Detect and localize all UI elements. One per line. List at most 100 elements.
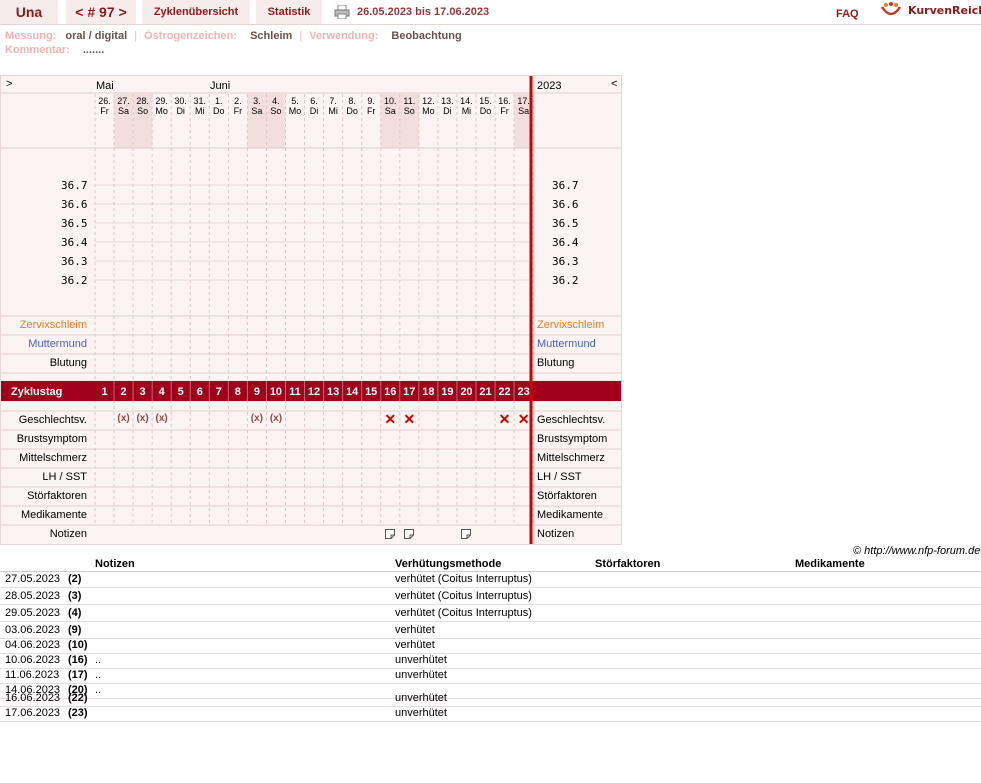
row-label-left: Muttermund — [28, 338, 87, 350]
day-date: 28. — [136, 96, 149, 106]
row-label-left: Störfaktoren — [27, 490, 87, 502]
protected-intercourse-mark[interactable]: (x) — [114, 413, 133, 424]
scroll-left-arrow[interactable]: < — [611, 78, 617, 90]
day-date: 2. — [234, 96, 242, 106]
day-header[interactable]: 3. Sa — [247, 96, 266, 116]
note-method: verhütet — [395, 639, 435, 651]
cycle-day-number: 15 — [365, 386, 378, 398]
unprotected-intercourse-mark[interactable]: ✕ — [495, 411, 514, 428]
day-header[interactable]: 10. Sa — [381, 96, 400, 116]
row-label-left: Medikamente — [20, 509, 87, 521]
day-header[interactable]: 15. Do — [476, 96, 495, 116]
table-row[interactable]: 03.06.2023 (9) verhütet — [0, 624, 981, 639]
row-label-right: Medikamente — [537, 509, 604, 521]
day-header[interactable]: 16. Fr — [495, 96, 514, 116]
temp-label-left: 36.5 — [61, 217, 88, 230]
row-label-left: LH / SST — [42, 471, 87, 483]
day-weekday: Mi — [328, 106, 338, 116]
day-header[interactable]: 26. Fr — [95, 96, 114, 116]
cycle-day-number: 4 — [158, 386, 165, 398]
day-header[interactable]: 28. So — [133, 96, 152, 116]
scroll-right-arrow[interactable]: > — [6, 78, 12, 90]
day-header[interactable]: 6. Di — [305, 96, 324, 116]
measurement-info: Messung: oral / digital | Östrogenzeiche… — [5, 30, 462, 42]
cycle-chart: > < Mai Juni 2023 26. Fr 27. Sa 28. So 29. Mo 30… — [0, 75, 622, 545]
day-header[interactable]: 13. Di — [438, 96, 457, 116]
cycle-day-number: 22 — [498, 386, 511, 398]
table-row[interactable]: 29.05.2023 (4) verhütet (Coitus Interruptu… — [0, 607, 981, 622]
day-header[interactable]: 9. Fr — [362, 96, 381, 116]
table-row[interactable]: 17.06.2023 (23) unverhütet — [0, 707, 981, 722]
day-header[interactable]: 1. Do — [209, 96, 228, 116]
table-row[interactable]: 11.06.2023 (17).. unverhütet — [0, 669, 981, 684]
day-header[interactable]: 12. Mo — [419, 96, 438, 116]
row-label-right: Blutung — [537, 357, 575, 369]
tab-statistics[interactable]: Statistik — [256, 0, 322, 24]
unprotected-intercourse-mark[interactable]: ✕ — [514, 411, 533, 428]
cycle-day-number: 1 — [101, 386, 108, 398]
day-header[interactable]: 29. Mo — [152, 96, 171, 116]
table-row[interactable]: 04.06.2023 (10) verhütet — [0, 639, 981, 654]
note-method: verhütet (Coitus Interruptus) — [395, 590, 532, 602]
year-label: 2023 — [537, 80, 562, 92]
faq-link[interactable]: FAQ — [836, 8, 859, 20]
note-method: verhütet — [395, 624, 435, 636]
protected-intercourse-mark[interactable]: (x) — [152, 413, 171, 424]
table-row[interactable]: 10.06.2023 (16).. unverhütet — [0, 654, 981, 669]
user-name-tab[interactable]: Una — [0, 0, 58, 24]
day-weekday: Sa — [251, 106, 263, 116]
col-notes: Notizen — [95, 558, 135, 570]
day-date: 1. — [215, 96, 223, 106]
row-label-left: Geschlechtsv. — [18, 414, 87, 426]
day-header[interactable]: 7. Mi — [324, 96, 343, 116]
tab-cycle-overview[interactable]: Zyklenübersicht — [142, 0, 250, 24]
unprotected-intercourse-mark[interactable]: ✕ — [381, 411, 400, 428]
table-row[interactable]: 28.05.2023 (3) verhütet (Coitus Interruptu… — [0, 590, 981, 605]
note-icon[interactable] — [384, 529, 395, 539]
unprotected-intercourse-mark[interactable]: ✕ — [400, 411, 419, 428]
col-method: Verhütungsmethode — [395, 558, 502, 570]
protected-intercourse-mark[interactable]: (x) — [247, 413, 266, 424]
day-date: 17. — [517, 96, 530, 106]
day-header[interactable]: 27. Sa — [114, 96, 133, 116]
day-weekday: Mo — [422, 106, 435, 116]
kurvenreich-logo-icon[interactable] — [880, 1, 902, 19]
cycle-day-label: Zyklustag — [11, 386, 63, 398]
note-date: 04.06.2023 — [5, 639, 61, 651]
day-header[interactable]: 5. Mo — [286, 96, 305, 116]
logo-text[interactable]: KurvenReich — [908, 4, 981, 17]
cycle-day-number: 13 — [326, 386, 340, 398]
note-icon[interactable] — [460, 529, 471, 539]
day-header[interactable]: 8. Do — [343, 96, 362, 116]
day-date: 3. — [253, 96, 261, 106]
note-date: 29.05.2023 — [5, 607, 61, 619]
protected-intercourse-mark[interactable]: (x) — [133, 413, 152, 424]
temp-label-right: 36.3 — [552, 255, 579, 268]
note-cycle-day: (3) — [68, 590, 82, 602]
day-header[interactable]: 30. Di — [171, 96, 190, 116]
day-header[interactable]: 2. Fr — [228, 96, 247, 116]
protected-intercourse-mark[interactable]: (x) — [266, 413, 285, 424]
note-cycle-day: (17) — [68, 669, 88, 681]
day-header[interactable]: 31. Mi — [190, 96, 209, 116]
day-weekday: Mo — [155, 106, 168, 116]
day-date: 8. — [348, 96, 356, 106]
day-header[interactable]: 11. So — [400, 96, 419, 116]
cycle-navigator[interactable]: < # 97 > — [66, 0, 136, 24]
table-row[interactable]: 16.06.2023 (22) unverhütet — [0, 692, 981, 707]
day-date: 4. — [272, 96, 280, 106]
table-row[interactable]: 27.05.2023 (2) verhütet (Coitus Interruptu… — [0, 573, 981, 588]
note-icon[interactable] — [403, 529, 414, 539]
comment-value[interactable]: ....... — [83, 44, 104, 56]
measure-label: Messung: — [5, 30, 57, 42]
note-cycle-day: (23) — [68, 707, 88, 719]
row-label-left: Brustsymptom — [16, 433, 87, 445]
note-date: 16.06.2023 — [5, 692, 61, 704]
day-header[interactable]: 17. Sa — [514, 96, 533, 116]
print-icon[interactable] — [334, 5, 350, 19]
day-header[interactable]: 4. So — [266, 96, 285, 116]
cycle-day-number: 18 — [422, 386, 435, 398]
notes-table-header: Notizen Verhütungsmethode Störfaktoren M… — [0, 558, 981, 572]
day-header[interactable]: 14. Mi — [457, 96, 476, 116]
copyright[interactable]: © http://www.nfp-forum.de — [853, 545, 980, 557]
